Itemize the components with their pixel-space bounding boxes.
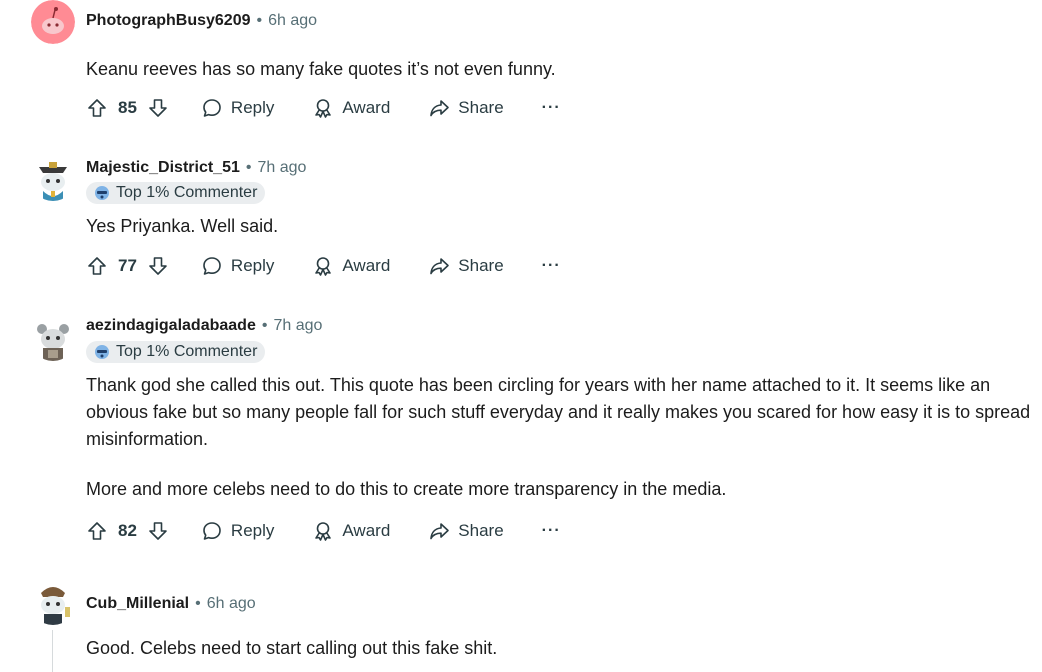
reply-label: Reply — [230, 256, 275, 275]
snoo-avatar-icon — [31, 581, 75, 625]
username[interactable]: aezindagigaladabaade — [86, 317, 256, 334]
avatar[interactable] — [31, 0, 75, 44]
award-button[interactable]: Award — [312, 520, 390, 542]
downvote-icon[interactable] — [147, 255, 169, 277]
comment-actions: 85 Reply Award Share ··· — [86, 92, 561, 124]
comment-text: Yes Priyanka. Well said. — [86, 216, 279, 236]
award-label: Award — [342, 521, 391, 540]
comment-actions: 77 Reply Award Share ··· — [86, 250, 561, 282]
more-options-button[interactable]: ··· — [542, 99, 561, 117]
award-icon — [315, 99, 332, 118]
upvote-icon[interactable] — [86, 97, 108, 119]
comment-bubble-icon — [203, 99, 221, 117]
comment-body: Keanu reeves has so many fake quotes it’… — [86, 56, 1031, 83]
comment-text: More and more celebs need to do this to … — [86, 479, 727, 499]
share-label: Share — [458, 98, 504, 117]
share-label: Share — [458, 521, 504, 540]
comment-bubble-icon — [203, 522, 221, 540]
separator: • — [245, 159, 252, 176]
comment-header: aezindagigaladabaade • 7h ago — [86, 317, 322, 335]
avatar[interactable] — [31, 317, 75, 361]
award-button[interactable]: Award — [312, 97, 390, 119]
share-button[interactable]: Share — [428, 97, 504, 119]
comment-body: Yes Priyanka. Well said. — [86, 213, 1031, 240]
vote-count: 82 — [118, 521, 137, 540]
reply-label: Reply — [230, 98, 275, 117]
snoo-avatar-icon — [31, 157, 75, 201]
comment-header: Cub_Millenial • 6h ago — [86, 595, 256, 613]
avatar[interactable] — [31, 157, 75, 201]
share-icon — [430, 258, 450, 275]
timestamp[interactable]: 7h ago — [257, 159, 306, 176]
badge-label: Top 1% Commenter — [116, 343, 258, 360]
reply-button[interactable]: Reply — [201, 520, 274, 542]
vote-group: 77 — [86, 255, 169, 277]
avatar[interactable] — [31, 581, 75, 625]
downvote-icon[interactable] — [147, 520, 169, 542]
username[interactable]: Majestic_District_51 — [86, 159, 240, 176]
comment-header: Majestic_District_51 • 7h ago — [86, 159, 306, 177]
downvote-icon[interactable] — [147, 97, 169, 119]
comment-header: PhotographBusy6209 • 6h ago — [86, 12, 317, 30]
user-flair-badge: Top 1% Commenter — [86, 182, 266, 204]
timestamp[interactable]: 7h ago — [273, 317, 322, 334]
award-label: Award — [342, 256, 391, 275]
upvote-icon[interactable] — [86, 520, 108, 542]
username[interactable]: Cub_Millenial — [86, 595, 189, 612]
more-options-button[interactable]: ··· — [542, 257, 561, 275]
comment-text: Thank god she called this out. This quot… — [86, 375, 1031, 449]
vote-group: 82 — [86, 520, 169, 542]
vote-count: 77 — [118, 256, 137, 275]
reply-button[interactable]: Reply — [201, 97, 274, 119]
more-options-button[interactable]: ··· — [542, 522, 561, 540]
comment-actions: 82 Reply Award Share ··· — [86, 515, 561, 547]
share-icon — [430, 523, 450, 540]
snoo-avatar-icon — [31, 317, 75, 361]
comment-body: Good. Celebs need to start calling out t… — [86, 635, 1031, 662]
comment-text: Good. Celebs need to start calling out t… — [86, 638, 498, 658]
vote-count: 85 — [118, 98, 137, 117]
username[interactable]: PhotographBusy6209 — [86, 12, 250, 29]
commenter-badge-icon — [95, 186, 109, 200]
separator: • — [261, 317, 268, 334]
share-button[interactable]: Share — [428, 255, 504, 277]
separator: • — [195, 595, 201, 612]
commenter-badge-icon — [95, 345, 109, 359]
thread-line[interactable] — [52, 630, 53, 672]
share-button[interactable]: Share — [428, 520, 504, 542]
badge-label: Top 1% Commenter — [116, 184, 258, 201]
award-icon — [315, 522, 332, 541]
vote-group: 85 — [86, 97, 169, 119]
comment-bubble-icon — [203, 257, 221, 275]
timestamp[interactable]: 6h ago — [207, 595, 256, 612]
comment-body: Thank god she called this out. This quot… — [86, 372, 1031, 503]
comment-text: Keanu reeves has so many fake quotes it’… — [86, 59, 556, 79]
snoo-avatar-icon — [31, 0, 75, 44]
user-flair-badge: Top 1% Commenter — [86, 341, 266, 363]
award-icon — [315, 257, 332, 276]
award-button[interactable]: Award — [312, 255, 390, 277]
upvote-icon[interactable] — [86, 255, 108, 277]
reply-button[interactable]: Reply — [201, 255, 274, 277]
award-label: Award — [342, 98, 391, 117]
share-icon — [430, 100, 450, 117]
share-label: Share — [458, 256, 504, 275]
reply-label: Reply — [230, 521, 275, 540]
timestamp[interactable]: 6h ago — [268, 12, 317, 29]
separator: • — [256, 12, 263, 29]
